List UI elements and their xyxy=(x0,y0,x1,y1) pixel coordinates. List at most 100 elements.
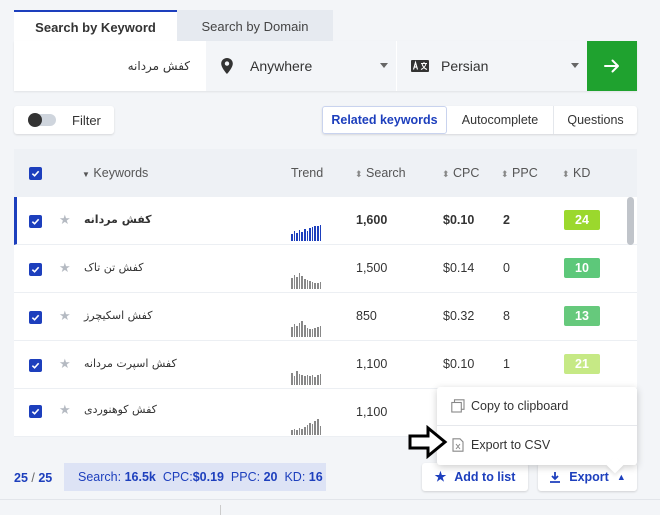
sort-icon: ⬍ xyxy=(501,169,509,179)
trend-bar xyxy=(301,232,303,241)
row-search: 1,500 xyxy=(356,261,388,275)
count-total: 25 xyxy=(38,471,53,485)
kd-badge: 13 xyxy=(564,306,600,326)
trend-bar xyxy=(291,234,293,241)
trend-bar xyxy=(298,323,301,337)
trend-bar xyxy=(296,371,298,385)
filter-toggle[interactable]: Filter xyxy=(14,106,114,134)
header-search-label: Search xyxy=(366,166,406,180)
header-cpc-label: CPC xyxy=(453,166,480,180)
trend-bar xyxy=(293,231,296,241)
row-checkbox[interactable] xyxy=(29,263,42,276)
star-icon[interactable]: ★ xyxy=(59,356,71,372)
tab-questions[interactable]: Questions xyxy=(554,106,637,134)
trend-bar xyxy=(291,278,293,289)
row-keyword: کفش کوهنوردی xyxy=(84,403,157,416)
header-kd[interactable]: ⬍ KD xyxy=(562,166,590,180)
trend-bar xyxy=(311,375,314,385)
trend-bar xyxy=(298,273,301,289)
header-ppc[interactable]: ⬍ PPC xyxy=(501,166,538,180)
stat-search: 16.5k xyxy=(124,470,156,484)
trend-bar xyxy=(314,328,316,337)
search-submit-button[interactable] xyxy=(587,41,637,91)
header-kd-label: KD xyxy=(573,166,591,180)
stat-kd: 16 xyxy=(308,470,323,484)
header-keywords[interactable]: ▼ Keywords xyxy=(82,166,148,180)
table-row[interactable]: ★ کفش مردانه 1,600 $0.10 2 24 xyxy=(14,197,637,245)
trend-bar xyxy=(303,427,306,435)
header-keywords-label: Keywords xyxy=(93,166,149,180)
sort-icon: ⬍ xyxy=(442,169,450,179)
language-select[interactable]: Persian xyxy=(397,41,587,91)
star-icon[interactable]: ★ xyxy=(59,308,71,324)
trend-sparkline xyxy=(291,321,333,337)
tab-related-keywords[interactable]: Related keywords xyxy=(322,106,447,134)
row-checkbox[interactable] xyxy=(29,359,42,372)
download-icon xyxy=(550,472,561,483)
sort-icon: ⬍ xyxy=(562,169,570,179)
trend-bar xyxy=(314,226,316,241)
row-checkbox[interactable] xyxy=(29,215,42,228)
trend-bar xyxy=(301,375,303,385)
header-trend: Trend xyxy=(291,166,324,180)
trend-bar xyxy=(309,228,311,241)
row-checkbox[interactable] xyxy=(29,405,42,418)
trend-bar xyxy=(291,373,293,385)
trend-bar xyxy=(291,327,293,337)
toggle-switch[interactable] xyxy=(28,113,56,127)
header-search[interactable]: ⬍ Search xyxy=(355,166,406,180)
trend-bar xyxy=(306,425,309,435)
count-shown: 25 xyxy=(14,471,28,485)
row-checkbox[interactable] xyxy=(29,311,42,324)
export-label: Export xyxy=(569,470,609,484)
trend-bar xyxy=(303,376,306,385)
trend-bar xyxy=(298,428,301,435)
add-to-list-button[interactable]: ★ Add to list xyxy=(422,463,528,491)
tab-autocomplete[interactable]: Autocomplete xyxy=(447,106,554,134)
trend-bar xyxy=(319,374,322,385)
table-scrollbar[interactable] xyxy=(627,197,634,245)
stat-cpc: $0.19 xyxy=(192,470,224,484)
tab-search-by-domain[interactable]: Search by Domain xyxy=(177,10,333,42)
star-icon[interactable]: ★ xyxy=(59,260,71,276)
header-ppc-label: PPC xyxy=(512,166,538,180)
row-cpc: $0.14 xyxy=(443,261,475,275)
trend-bar xyxy=(306,328,309,337)
header-cpc[interactable]: ⬍ CPC xyxy=(442,166,479,180)
trend-bar xyxy=(293,376,296,385)
trend-bar xyxy=(319,326,322,337)
table-row[interactable]: ★ کفش تن تاک 1,500 $0.14 0 10 xyxy=(14,245,637,293)
trend-bar xyxy=(314,283,316,289)
trend-bar xyxy=(316,375,319,385)
bottom-divider xyxy=(0,499,660,500)
stat-cpc-label: CPC: xyxy=(162,470,193,484)
trend-bar xyxy=(306,231,309,241)
location-select[interactable]: Anywhere xyxy=(206,41,396,91)
trend-bar xyxy=(306,375,309,385)
star-icon[interactable]: ★ xyxy=(59,402,71,418)
trend-bar xyxy=(309,376,311,385)
trend-bar xyxy=(309,329,311,337)
star-icon[interactable]: ★ xyxy=(59,212,71,228)
trend-bar xyxy=(293,429,296,435)
copy-to-clipboard-item[interactable]: Copy to clipboard xyxy=(437,387,637,425)
location-value: Anywhere xyxy=(250,58,313,74)
export-to-csv-item[interactable]: Export to CSV xyxy=(437,426,637,464)
trend-bar xyxy=(301,429,303,435)
row-ppc: 8 xyxy=(503,309,510,323)
trend-bar xyxy=(296,233,298,241)
trend-bar xyxy=(296,277,298,289)
tab-search-by-keyword[interactable]: Search by Keyword xyxy=(14,10,177,42)
table-header: ▼ Keywords Trend ⬍ Search ⬍ CPC ⬍ PPC ⬍ … xyxy=(14,149,637,197)
chevron-down-icon xyxy=(571,63,579,68)
table-row[interactable]: ★ کفش اسپرت مردانه 1,100 $0.10 1 21 xyxy=(14,341,637,389)
check-icon xyxy=(31,362,40,369)
trend-sparkline xyxy=(291,225,333,241)
export-button[interactable]: Export ▲ xyxy=(538,463,637,491)
trend-bar xyxy=(316,419,319,435)
table-row[interactable]: ★ کفش اسکیچرز 850 $0.32 8 13 xyxy=(14,293,637,341)
trend-sparkline xyxy=(291,419,333,435)
select-all-checkbox[interactable] xyxy=(29,167,42,180)
keyword-input[interactable] xyxy=(14,41,204,91)
trend-bar xyxy=(296,430,298,435)
